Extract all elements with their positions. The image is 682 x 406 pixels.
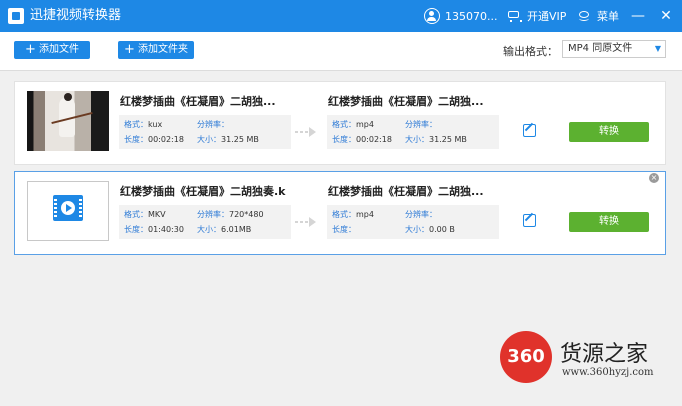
toolbar: + 添加文件 + 添加文件夹 输出格式： MP4 同原文件 ▼: [0, 32, 682, 71]
user-account[interactable]: 135070...: [424, 7, 497, 25]
source-info-box: 格式：MKV 分辨率：720*480 长度：01:40:30 大小：6.01MB: [119, 205, 291, 239]
duration-label: 长度：: [124, 135, 148, 144]
resolution-label: 分辨率：: [197, 210, 229, 219]
menu-label: 菜单: [597, 10, 619, 23]
resolution-label: 分辨率：: [405, 210, 437, 219]
watermark-logo: 360: [500, 331, 552, 383]
output-format-label: 输出格式：: [503, 45, 558, 58]
file-row[interactable]: × 红楼梦插曲《枉凝眉》二胡独奏.k 格式：MKV 分辨率：720*480 长度…: [14, 171, 666, 255]
size-label: 大小：: [197, 135, 221, 144]
watermark-url: www.360hyzj.com: [562, 367, 654, 378]
close-button[interactable]: ✕: [656, 6, 676, 26]
duration-value: 00:02:18: [356, 135, 392, 144]
vip-label: 开通VIP: [527, 10, 567, 23]
plus-icon: +: [25, 42, 36, 57]
cart-icon: [506, 9, 522, 23]
video-thumbnail: [27, 181, 109, 241]
add-file-label: 添加文件: [38, 44, 79, 55]
output-format-value: MP4 同原文件: [568, 43, 633, 54]
size-value: 6.01MB: [221, 225, 252, 234]
size-label: 大小：: [405, 135, 429, 144]
convert-arrow-icon: [295, 217, 317, 227]
duration-value: 01:40:30: [148, 225, 184, 234]
convert-button[interactable]: 转换: [569, 122, 649, 142]
format-label: 格式：: [332, 210, 356, 219]
file-row[interactable]: 红楼梦插曲《枉凝眉》二胡独... 格式：kux 分辨率： 长度：00:02:18…: [14, 81, 666, 165]
format-value: MKV: [148, 210, 166, 219]
format-label: 格式：: [124, 120, 148, 129]
target-file-name: 红楼梦插曲《枉凝眉》二胡独...: [328, 185, 484, 198]
convert-button[interactable]: 转换: [569, 212, 649, 232]
target-file-name: 红楼梦插曲《枉凝眉》二胡独...: [328, 95, 484, 108]
edit-icon[interactable]: [523, 214, 536, 227]
target-info-box: 格式：mp4 分辨率： 长度： 大小：0.00 B: [327, 205, 499, 239]
size-label: 大小：: [197, 225, 221, 234]
menu-icon: [576, 8, 592, 24]
remove-file-icon[interactable]: ×: [649, 173, 659, 183]
minimize-button[interactable]: —: [628, 6, 648, 26]
video-file-icon: [53, 195, 83, 221]
size-value: 31.25 MB: [221, 135, 259, 144]
add-file-button[interactable]: + 添加文件: [14, 41, 90, 59]
resolution-label: 分辨率：: [405, 120, 437, 129]
add-folder-label: 添加文件夹: [137, 44, 188, 55]
output-format-select[interactable]: MP4 同原文件 ▼: [562, 40, 666, 58]
title-bar: 迅捷视频转换器 135070... 开通VIP 菜单 — ✕: [0, 0, 682, 32]
resolution-value: 720*480: [229, 210, 264, 219]
watermark: 360 货源之家 www.360hyzj.com: [498, 331, 682, 387]
user-id: 135070...: [445, 9, 498, 23]
format-label: 格式：: [124, 210, 148, 219]
plus-icon: +: [124, 42, 135, 57]
format-value: mp4: [356, 210, 374, 219]
source-file-name: 红楼梦插曲《枉凝眉》二胡独...: [120, 95, 276, 108]
duration-label: 长度：: [124, 225, 148, 234]
source-info-box: 格式：kux 分辨率： 长度：00:02:18 大小：31.25 MB: [119, 115, 291, 149]
size-value: 31.25 MB: [429, 135, 467, 144]
menu-button[interactable]: 菜单: [576, 7, 619, 25]
target-info-box: 格式：mp4 分辨率： 长度：00:02:18 大小：31.25 MB: [327, 115, 499, 149]
convert-arrow-icon: [295, 127, 317, 137]
add-folder-button[interactable]: + 添加文件夹: [118, 41, 194, 59]
dropdown-arrow-icon: ▼: [654, 44, 661, 53]
size-value: 0.00 B: [429, 225, 455, 234]
format-label: 格式：: [332, 120, 356, 129]
app-logo-icon: [8, 8, 24, 24]
duration-label: 长度：: [332, 135, 356, 144]
user-icon: [424, 8, 440, 24]
watermark-title: 货源之家: [560, 342, 649, 367]
source-file-name: 红楼梦插曲《枉凝眉》二胡独奏.k: [120, 185, 286, 198]
format-value: mp4: [356, 120, 374, 129]
video-thumbnail: [27, 91, 109, 151]
app-title: 迅捷视频转换器: [30, 8, 122, 23]
duration-label: 长度：: [332, 225, 356, 234]
resolution-label: 分辨率：: [197, 120, 229, 129]
vip-button[interactable]: 开通VIP: [506, 7, 566, 25]
duration-value: 00:02:18: [148, 135, 184, 144]
edit-icon[interactable]: [523, 124, 536, 137]
size-label: 大小：: [405, 225, 429, 234]
format-value: kux: [148, 120, 163, 129]
